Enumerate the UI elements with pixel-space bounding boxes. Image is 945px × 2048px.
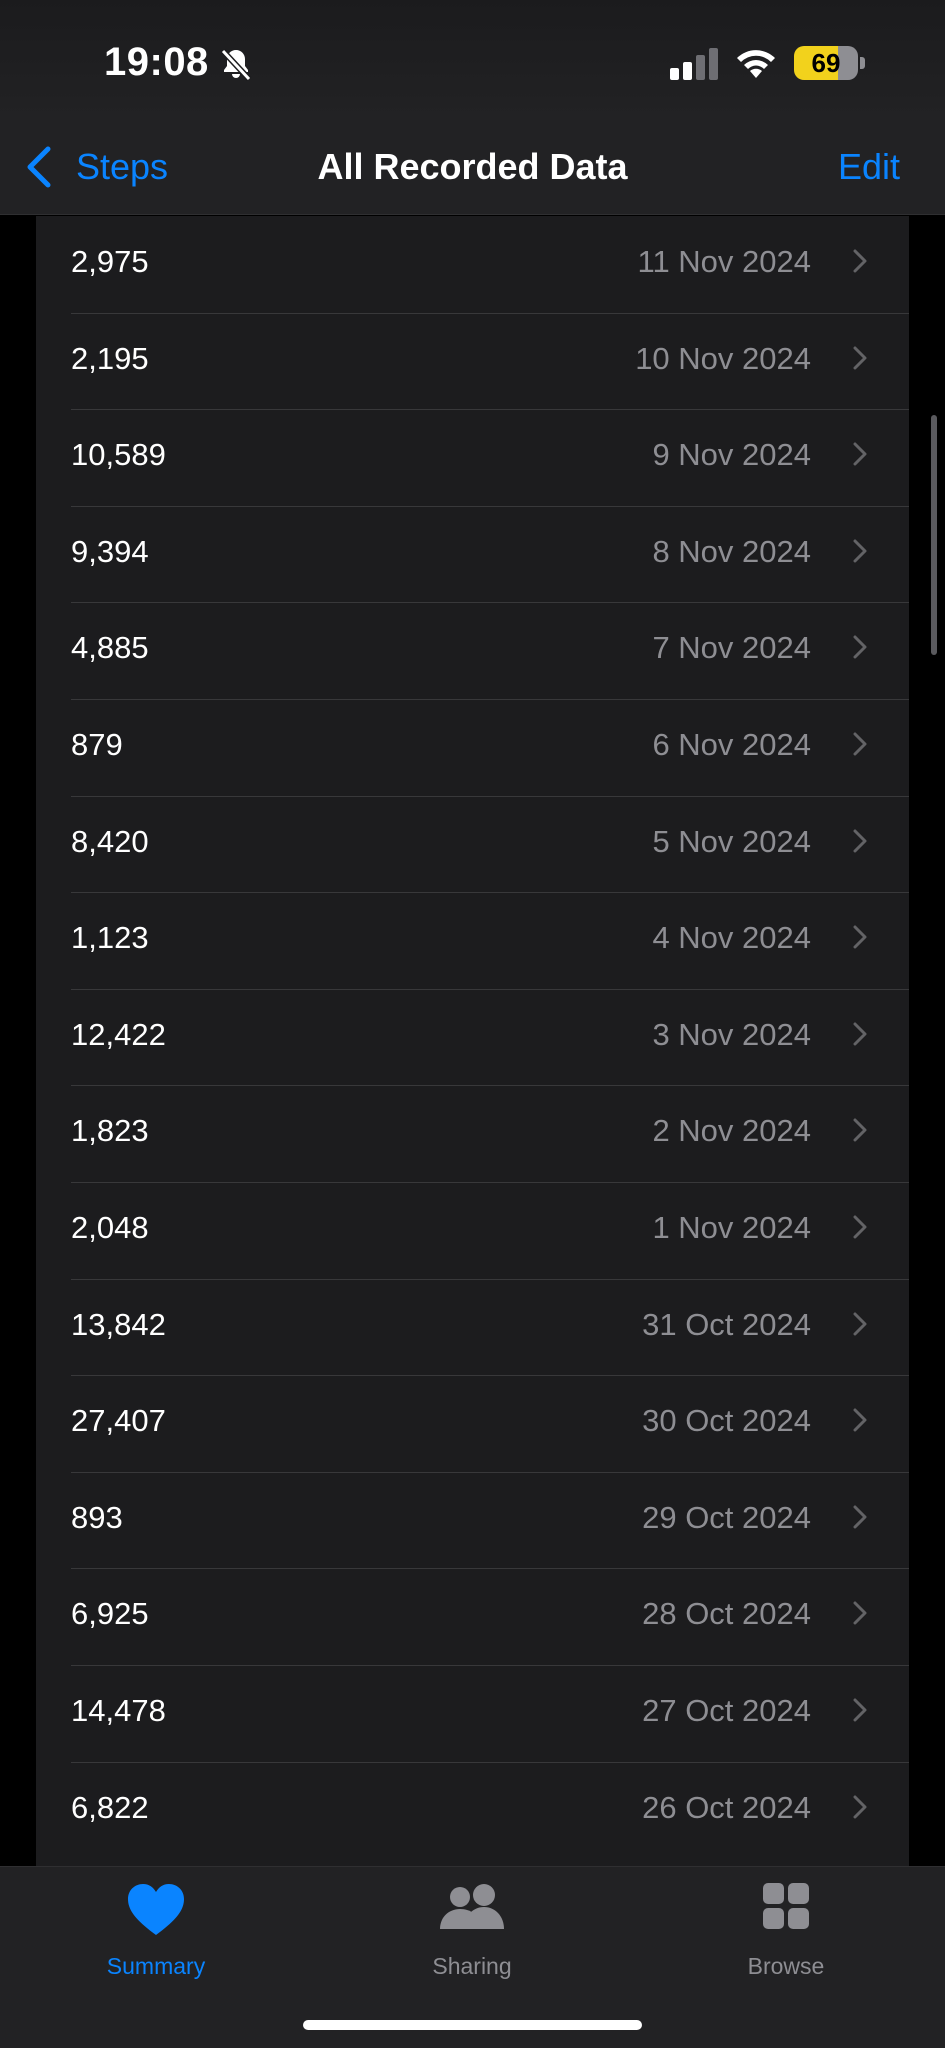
record-step-count: 12,422 xyxy=(71,1016,166,1052)
battery-tip xyxy=(860,57,865,69)
status-bar: 19:08 69 xyxy=(0,0,945,120)
chevron-right-icon xyxy=(853,1795,867,1818)
record-step-count: 893 xyxy=(71,1499,123,1535)
heart-icon xyxy=(128,1884,184,1935)
battery-indicator: 69 xyxy=(794,46,858,80)
record-row[interactable]: 2,975 11 Nov 2024 xyxy=(36,216,909,313)
chevron-right-icon xyxy=(853,1312,867,1336)
record-step-count: 879 xyxy=(71,726,123,762)
tab-summary[interactable]: Summary xyxy=(46,1867,266,1987)
record-date: 26 Oct 2024 xyxy=(642,1789,811,1825)
record-date: 6 Nov 2024 xyxy=(652,726,811,762)
record-date: 8 Nov 2024 xyxy=(652,533,811,569)
cellular-signal-icon xyxy=(668,48,720,80)
home-indicator[interactable] xyxy=(303,2020,642,2030)
tab-sharing[interactable]: Sharing xyxy=(362,1867,582,1987)
chevron-right-icon xyxy=(853,346,867,370)
record-row[interactable]: 6,925 28 Oct 2024 xyxy=(36,1568,909,1665)
record-date: 1 Nov 2024 xyxy=(652,1209,811,1245)
recorded-data-list: 2,975 11 Nov 2024 2,195 10 Nov 2024 10,589 9 … xyxy=(36,216,909,1866)
record-row[interactable]: 12,422 3 Nov 2024 xyxy=(36,988,909,1086)
chevron-right-icon xyxy=(853,1505,867,1529)
record-row[interactable]: 6,822 26 Oct 2024 xyxy=(36,1761,909,1859)
record-step-count: 6,822 xyxy=(71,1789,149,1825)
record-date: 5 Nov 2024 xyxy=(652,823,811,859)
chevron-right-icon xyxy=(853,1118,867,1142)
record-step-count: 14,478 xyxy=(71,1692,166,1728)
record-date: 28 Oct 2024 xyxy=(642,1596,811,1632)
status-time: 19:08 xyxy=(104,40,209,84)
chevron-right-icon xyxy=(853,1022,867,1046)
chevron-right-icon xyxy=(853,1698,867,1722)
edit-button[interactable]: Edit xyxy=(838,146,900,188)
record-step-count: 2,048 xyxy=(71,1209,149,1245)
record-date: 3 Nov 2024 xyxy=(652,1016,811,1052)
chevron-right-icon xyxy=(853,1215,867,1239)
record-date: 2 Nov 2024 xyxy=(652,1113,811,1149)
scroll-indicator[interactable] xyxy=(931,415,937,655)
chevron-right-icon xyxy=(853,1408,867,1432)
record-step-count: 13,842 xyxy=(71,1306,166,1342)
chevron-right-icon xyxy=(853,539,867,563)
record-date: 11 Nov 2024 xyxy=(637,244,812,279)
chevron-right-icon xyxy=(853,442,867,466)
record-row[interactable]: 13,842 31 Oct 2024 xyxy=(36,1278,909,1376)
people-icon xyxy=(440,1884,504,1929)
record-date: 10 Nov 2024 xyxy=(635,340,811,376)
record-row[interactable]: 1,823 2 Nov 2024 xyxy=(36,1085,909,1182)
chevron-right-icon xyxy=(853,1601,867,1625)
record-step-count: 6,925 xyxy=(71,1596,149,1632)
silent-bell-icon xyxy=(220,48,252,82)
record-row[interactable]: 2,195 10 Nov 2024 xyxy=(36,312,909,410)
record-step-count: 1,823 xyxy=(71,1113,149,1149)
record-row[interactable]: 8,420 5 Nov 2024 xyxy=(36,795,909,893)
chevron-right-icon xyxy=(853,249,867,273)
page-title: All Recorded Data xyxy=(317,146,628,187)
record-date: 7 Nov 2024 xyxy=(652,630,811,666)
record-row[interactable]: 1,123 4 Nov 2024 xyxy=(36,892,909,989)
chevron-right-icon xyxy=(853,829,867,853)
tab-sharing-label: Sharing xyxy=(432,1953,512,1979)
record-row[interactable]: 10,589 9 Nov 2024 xyxy=(36,409,909,506)
record-step-count: 2,975 xyxy=(71,244,149,279)
record-row[interactable]: 27,407 30 Oct 2024 xyxy=(36,1375,909,1472)
record-step-count: 2,195 xyxy=(71,340,149,376)
record-date: 9 Nov 2024 xyxy=(652,437,811,473)
record-date: 31 Oct 2024 xyxy=(642,1306,811,1342)
record-row[interactable]: 9,394 8 Nov 2024 xyxy=(36,505,909,603)
record-step-count: 9,394 xyxy=(71,533,149,569)
chevron-right-icon xyxy=(853,635,867,659)
record-row[interactable]: 2,048 1 Nov 2024 xyxy=(36,1181,909,1279)
chevron-right-icon xyxy=(853,732,867,756)
grid-icon xyxy=(763,1883,809,1929)
record-step-count: 27,407 xyxy=(71,1403,166,1439)
record-date: 29 Oct 2024 xyxy=(642,1499,811,1535)
record-step-count: 4,885 xyxy=(71,630,149,666)
chevron-right-icon xyxy=(853,925,867,949)
record-date: 27 Oct 2024 xyxy=(642,1692,811,1728)
record-step-count: 1,123 xyxy=(71,920,149,956)
record-row[interactable]: 14,478 27 Oct 2024 xyxy=(36,1664,909,1762)
navigation-bar: Steps All Recorded Data Edit xyxy=(0,120,945,215)
record-step-count: 10,589 xyxy=(71,437,166,473)
tab-browse-label: Browse xyxy=(747,1953,825,1979)
record-step-count: 8,420 xyxy=(71,823,149,859)
record-date: 30 Oct 2024 xyxy=(642,1403,811,1439)
record-row[interactable]: 4,885 7 Nov 2024 xyxy=(36,602,909,699)
tab-browse[interactable]: Browse xyxy=(676,1867,896,1987)
wifi-icon xyxy=(737,50,775,78)
record-row[interactable]: 893 29 Oct 2024 xyxy=(36,1471,909,1569)
record-row[interactable]: 879 6 Nov 2024 xyxy=(36,698,909,796)
record-date: 4 Nov 2024 xyxy=(652,920,811,956)
tab-summary-label: Summary xyxy=(106,1953,206,1979)
